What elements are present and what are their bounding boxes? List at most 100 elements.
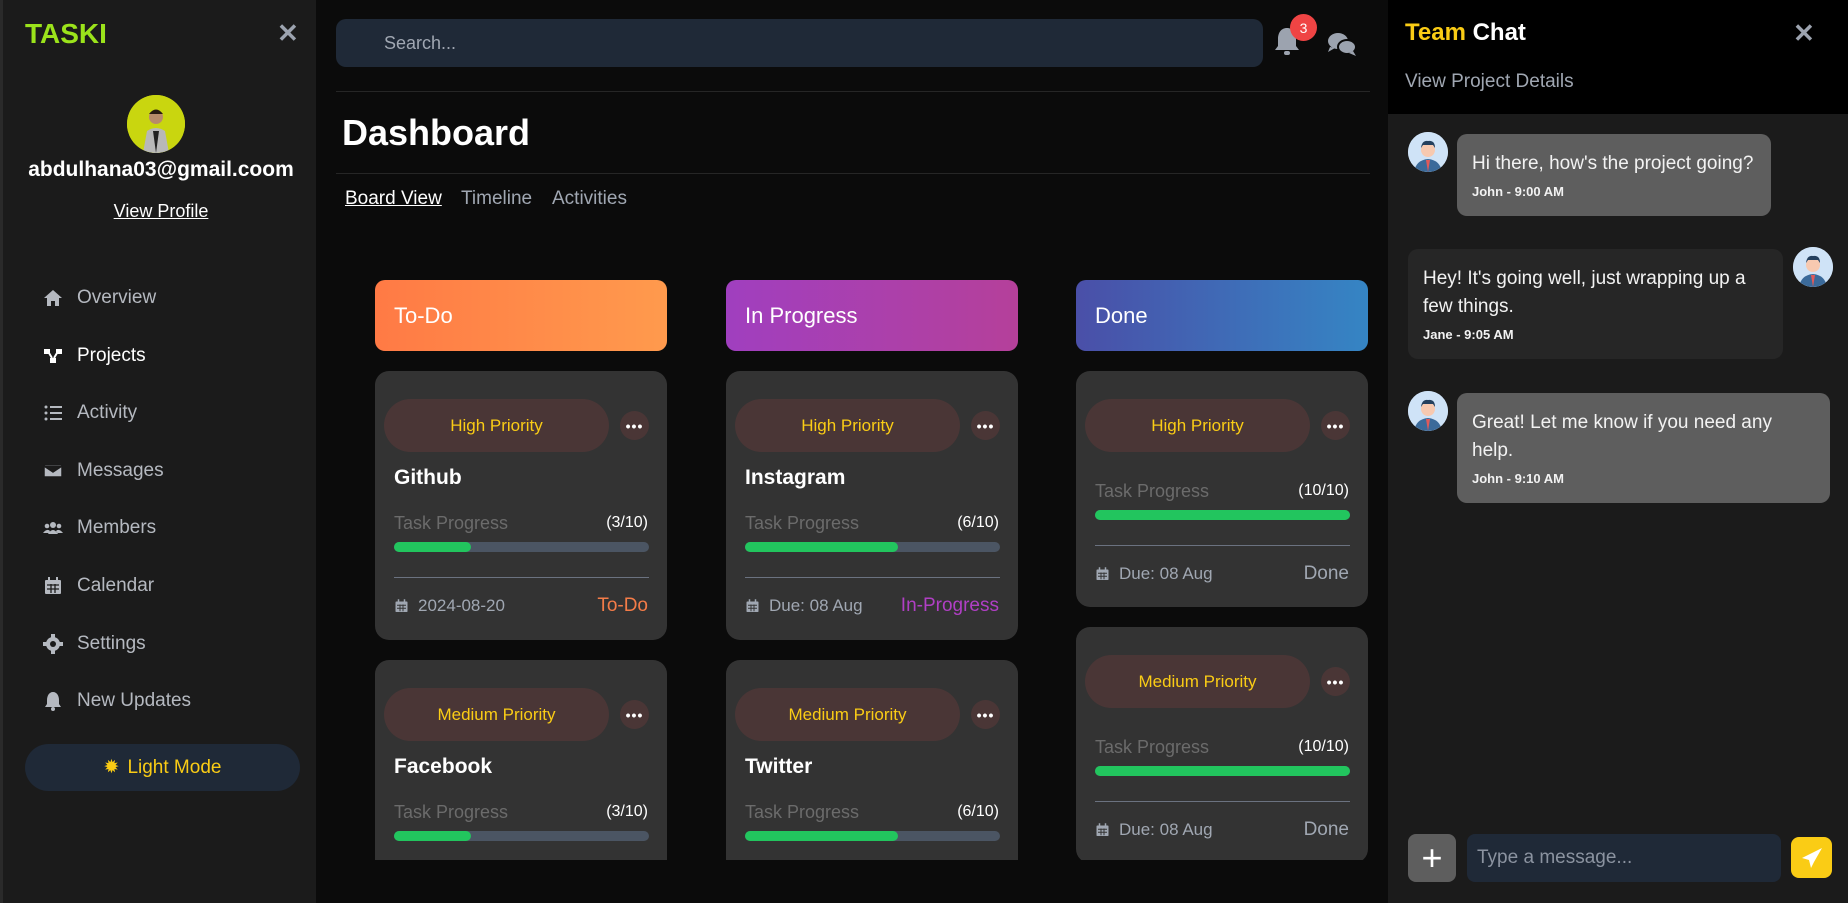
due-date-text: Due: 08 Aug xyxy=(1119,820,1213,839)
sidebar-item-messages[interactable]: Messages xyxy=(43,453,164,489)
card-title: Facebook xyxy=(394,755,493,778)
status-label: Done xyxy=(1303,819,1349,840)
light-mode-label: Light Mode xyxy=(127,756,222,778)
task-progress-count: (3/10) xyxy=(606,514,648,531)
task-progress-label: Task Progress xyxy=(1095,737,1210,757)
due-date: 2024-08-20 xyxy=(394,596,505,616)
more-options-icon[interactable]: ••• xyxy=(620,411,649,440)
search-input[interactable] xyxy=(336,19,1263,67)
card-divider xyxy=(1095,801,1350,802)
view-project-details-link[interactable]: View Project Details xyxy=(1405,71,1574,93)
more-options-icon[interactable]: ••• xyxy=(620,700,649,729)
task-card[interactable]: High Priority ••• Github Task Progress (3/… xyxy=(375,371,667,640)
column-title: To-Do xyxy=(394,302,453,328)
page-title: Dashboard xyxy=(342,112,531,153)
tab-timeline[interactable]: Timeline xyxy=(461,188,532,210)
chat-message: Hi there, how's the project going? John -… xyxy=(1457,134,1771,216)
task-card[interactable]: High Priority ••• Instagram Task Progress … xyxy=(726,371,1018,640)
chat-title-accent: Team xyxy=(1405,19,1466,46)
avatar[interactable] xyxy=(127,95,185,153)
calendar-icon xyxy=(1096,823,1109,836)
close-chat-icon[interactable]: ✕ xyxy=(1793,20,1815,46)
team-chat-panel: Team Chat ✕ View Project Details Hi ther… xyxy=(1388,0,1848,903)
more-options-icon[interactable]: ••• xyxy=(1321,667,1350,696)
sun-icon: ✹ xyxy=(103,757,120,778)
sidebar-item-projects[interactable]: Projects xyxy=(43,338,146,374)
sidebar-item-label: Settings xyxy=(77,633,146,654)
user-email: abdulhana03@gmail.coom xyxy=(28,158,294,181)
title-divider xyxy=(336,173,1370,174)
envelope-icon xyxy=(43,464,63,478)
more-options-icon[interactable]: ••• xyxy=(1321,411,1350,440)
due-date: Due: 08 Aug xyxy=(745,596,863,616)
task-progress-label: Task Progress xyxy=(745,802,860,822)
tab-board-view[interactable]: Board View xyxy=(345,188,442,210)
progress-bar-fill xyxy=(745,831,898,841)
priority-badge: Medium Priority xyxy=(735,688,960,741)
plus-icon: + xyxy=(1421,837,1443,878)
chat-message: Hey! It's going well, just wrapping up a… xyxy=(1408,249,1783,359)
column-header-done: Done xyxy=(1076,280,1368,351)
status-label: To-Do xyxy=(597,595,648,616)
status-label: Done xyxy=(1303,563,1349,584)
task-progress-label: Task Progress xyxy=(745,513,860,533)
progress-bar-fill xyxy=(745,542,898,552)
sidebar-item-label: Activity xyxy=(77,402,138,423)
close-sidebar-icon[interactable]: ✕ xyxy=(277,20,299,46)
more-options-icon[interactable]: ••• xyxy=(971,700,1000,729)
add-attachment-button[interactable]: + xyxy=(1408,834,1456,882)
kanban-board: To-Do High Priority ••• Github Task Progres… xyxy=(316,260,1388,860)
light-mode-button[interactable]: ✹ Light Mode xyxy=(25,744,300,791)
chat-message-meta: John - 9:00 AM xyxy=(1472,184,1564,199)
progress-bar xyxy=(394,542,649,552)
task-card[interactable]: Medium Priority ••• Twitter Task Progress … xyxy=(726,660,1018,860)
chat-message-text: Hi there, how's the project going? xyxy=(1472,153,1754,174)
view-profile-link[interactable]: View Profile xyxy=(3,201,319,222)
card-divider xyxy=(745,577,1000,578)
card-title: Github xyxy=(394,466,462,489)
progress-bar-fill xyxy=(1095,510,1350,520)
sidebar-item-overview[interactable]: Overview xyxy=(43,280,156,316)
send-button[interactable] xyxy=(1791,837,1832,878)
chat-message-meta: Jane - 9:05 AM xyxy=(1423,327,1514,342)
progress-bar-fill xyxy=(394,831,471,841)
task-card[interactable]: Medium Priority ••• Facebook Task Progress… xyxy=(375,660,667,860)
chat-bubbles-icon[interactable] xyxy=(1326,30,1358,63)
task-progress-count: (10/10) xyxy=(1298,738,1349,755)
progress-bar xyxy=(745,542,1000,552)
sidebar-item-members[interactable]: Members xyxy=(43,510,156,546)
message-input[interactable] xyxy=(1467,834,1781,882)
column-title: Done xyxy=(1095,302,1148,328)
tasks-icon xyxy=(44,405,62,421)
progress-bar-fill xyxy=(1095,766,1350,776)
sidebar-item-calendar[interactable]: Calendar xyxy=(43,568,154,604)
task-progress-count: (3/10) xyxy=(606,803,648,820)
task-card[interactable]: High Priority ••• Task Progress (10/10) D… xyxy=(1076,371,1368,607)
sidebar-item-label: Calendar xyxy=(77,575,155,596)
sidebar-item-settings[interactable]: Settings xyxy=(43,626,146,662)
sidebar-item-new-updates[interactable]: New Updates xyxy=(43,683,191,719)
task-progress-count: (6/10) xyxy=(957,803,999,820)
sidebar-item-label: Messages xyxy=(77,460,164,481)
column-title: In Progress xyxy=(745,302,858,328)
sitemap-icon xyxy=(44,349,62,363)
calendar-icon xyxy=(1096,567,1109,580)
task-card[interactable]: Medium Priority ••• Task Progress (10/10)… xyxy=(1076,627,1368,860)
notification-badge: 3 xyxy=(1290,14,1317,41)
column-header-to-do: To-Do xyxy=(375,280,667,351)
chat-message-text: Great! Let me know if you need any help. xyxy=(1472,412,1772,461)
bell-icon xyxy=(45,692,61,711)
calendar-icon xyxy=(395,599,408,612)
tab-activities[interactable]: Activities xyxy=(552,188,627,210)
status-label: In-Progress xyxy=(900,595,999,616)
users-icon xyxy=(43,522,63,534)
sidebar-item-activity[interactable]: Activity xyxy=(43,395,137,431)
sidebar: TASKI ✕ abdulhana03@gmail.coom View Prof… xyxy=(0,0,316,903)
due-date-text: Due: 08 Aug xyxy=(1119,564,1213,583)
chat-avatar xyxy=(1793,247,1833,287)
sidebar-item-label: Members xyxy=(77,517,157,538)
more-options-icon[interactable]: ••• xyxy=(971,411,1000,440)
due-date-text: 2024-08-20 xyxy=(418,596,505,615)
calendar-icon xyxy=(746,599,759,612)
progress-bar-fill xyxy=(394,542,471,552)
